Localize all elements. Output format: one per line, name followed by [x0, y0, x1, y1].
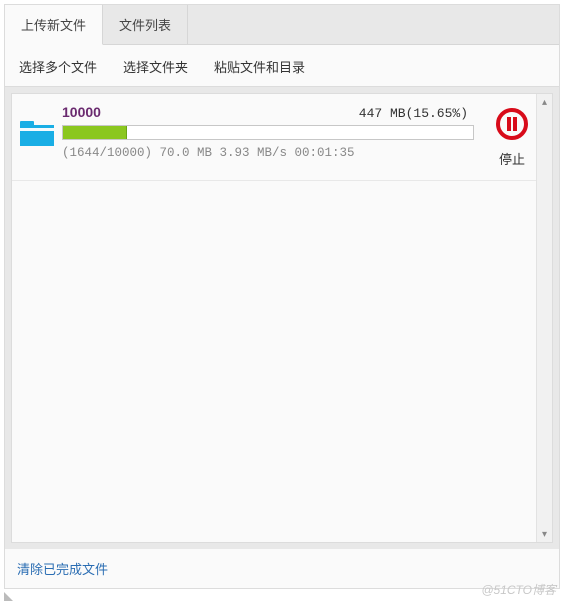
- scroll-up-icon[interactable]: ▴: [537, 94, 552, 110]
- upload-title-line: 10000 447 MB(15.65%): [62, 104, 474, 121]
- pause-icon[interactable]: [494, 106, 530, 145]
- tab-file-list-label: 文件列表: [119, 15, 171, 34]
- upload-item: 10000 447 MB(15.65%) (1644/10000) 70.0 M…: [12, 94, 552, 181]
- scroll-down-icon[interactable]: ▾: [537, 526, 552, 542]
- upload-list: 10000 447 MB(15.65%) (1644/10000) 70.0 M…: [11, 93, 553, 543]
- folder-icon: [20, 120, 54, 146]
- select-folder-button[interactable]: 选择文件夹: [123, 57, 188, 76]
- clear-completed-link[interactable]: 清除已完成文件: [17, 562, 108, 577]
- scrollbar[interactable]: ▴ ▾: [536, 94, 552, 542]
- footer: 清除已完成文件: [5, 549, 559, 588]
- progress-bar: [62, 125, 474, 140]
- tab-file-list[interactable]: 文件列表: [103, 5, 188, 45]
- toolbar: 选择多个文件 选择文件夹 粘贴文件和目录: [5, 45, 559, 87]
- upload-main: 10000 447 MB(15.65%) (1644/10000) 70.0 M…: [62, 104, 474, 160]
- tab-upload-new-label: 上传新文件: [21, 15, 86, 34]
- upload-sub-info: (1644/10000) 70.0 MB 3.93 MB/s 00:01:35: [62, 146, 474, 160]
- select-multiple-files-button[interactable]: 选择多个文件: [19, 57, 97, 76]
- stop-column: 停止: [482, 104, 542, 168]
- upload-size-info: 447 MB(15.65%): [359, 106, 468, 121]
- paste-files-button[interactable]: 粘贴文件和目录: [214, 57, 305, 76]
- tab-bar: 上传新文件 文件列表: [5, 5, 559, 45]
- upload-panel: 上传新文件 文件列表 选择多个文件 选择文件夹 粘贴文件和目录 10000 44: [4, 4, 560, 589]
- upload-title: 10000: [62, 104, 101, 120]
- tab-upload-new[interactable]: 上传新文件: [5, 5, 103, 45]
- progress-fill: [63, 126, 127, 139]
- resize-corner-icon: [4, 592, 13, 601]
- stop-label: 停止: [499, 149, 525, 168]
- tab-spacer: [188, 5, 559, 45]
- watermark: @51CTO博客: [481, 581, 556, 598]
